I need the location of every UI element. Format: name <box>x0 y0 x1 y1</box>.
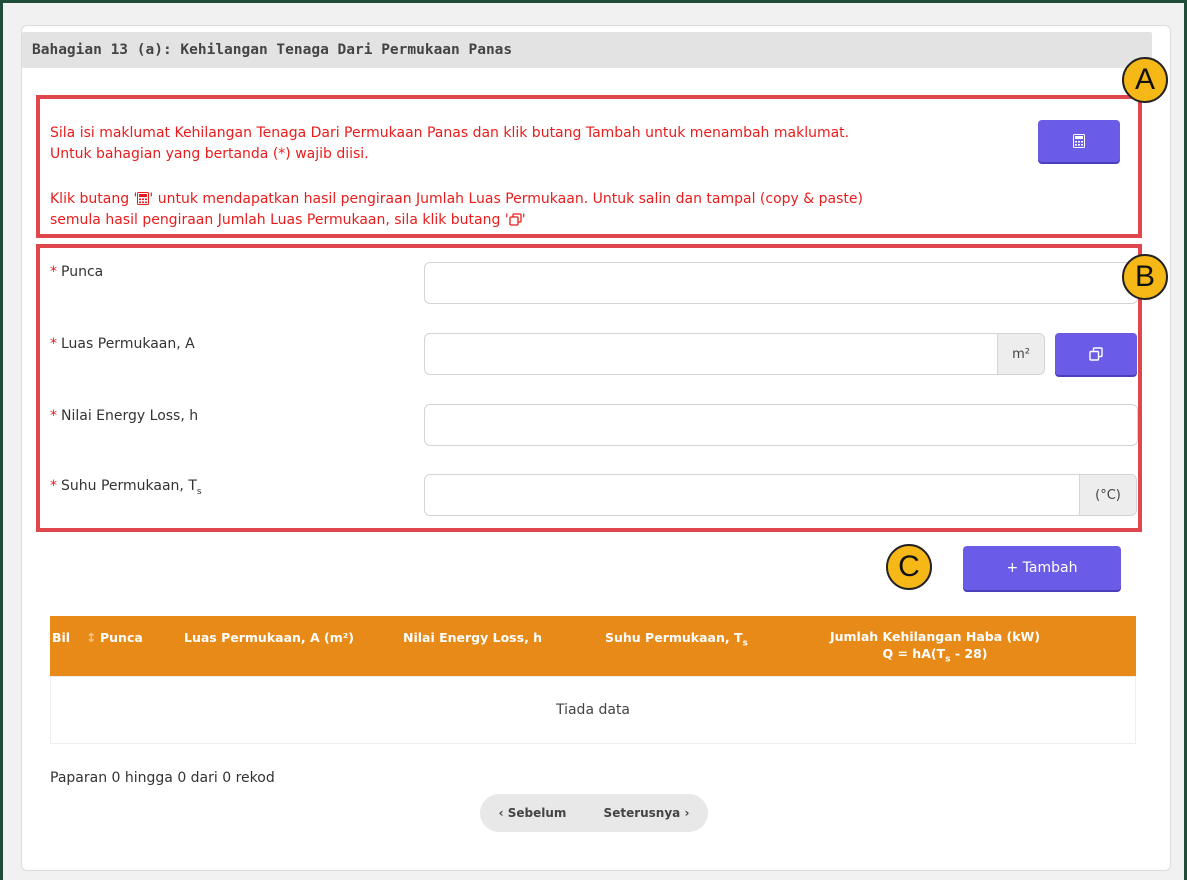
pagination-controls: ‹ Sebelum Seterusnya › <box>480 794 708 832</box>
section-card: Bahagian 13 (a): Kehilangan Tenaga Dari … <box>21 25 1171 871</box>
prev-page-button[interactable]: ‹ Sebelum <box>499 806 567 820</box>
instruction-line-3: Klik butang ' ' untuk mendapatkan hasil p… <box>50 191 863 207</box>
column-punca[interactable]: Punca <box>100 630 143 645</box>
punca-label: * Punca <box>50 264 104 280</box>
column-suhu[interactable]: Suhu Permukaan, Ts <box>605 630 748 649</box>
calculator-icon <box>1073 134 1085 148</box>
suhu-unit-addon: (°C) <box>1079 474 1137 516</box>
tambah-button[interactable]: + Tambah <box>963 546 1121 590</box>
nilai-input[interactable] <box>424 404 1138 446</box>
annotation-badge-a: A <box>1122 57 1168 103</box>
annotation-badge-b: B <box>1122 254 1168 300</box>
column-bil[interactable]: Bil <box>52 630 70 645</box>
section-title: Bahagian 13 (a): Kehilangan Tenaga Dari … <box>22 32 1152 68</box>
instruction-line-2: Untuk bahagian yang bertanda (*) wajib d… <box>50 146 369 162</box>
table-empty-row: Tiada data <box>50 676 1136 744</box>
column-luas[interactable]: Luas Permukaan, A (m²) <box>184 630 354 645</box>
luas-unit-addon: m² <box>997 333 1045 375</box>
next-page-button[interactable]: Seterusnya › <box>604 806 690 820</box>
annotation-badge-c: C <box>886 544 932 590</box>
calculator-button[interactable] <box>1038 120 1120 162</box>
data-table-header: Bil ↕ Punca Luas Permukaan, A (m²) Nilai… <box>50 616 1136 676</box>
copy-icon <box>1089 347 1103 361</box>
column-jumlah[interactable]: Jumlah Kehilangan Haba (kW) Q = hA(Ts - … <box>820 628 1050 669</box>
column-nilai[interactable]: Nilai Energy Loss, h <box>403 630 542 645</box>
instruction-line-1: Sila isi maklumat Kehilangan Tenaga Dari… <box>50 125 850 141</box>
pagination-info: Paparan 0 hingga 0 dari 0 rekod <box>50 770 275 786</box>
sort-icon: ↕ <box>86 630 97 645</box>
calculator-icon <box>137 192 150 205</box>
instructions-box: Sila isi maklumat Kehilangan Tenaga Dari… <box>36 95 1142 238</box>
nilai-label: * Nilai Energy Loss, h <box>50 408 199 424</box>
luas-input[interactable] <box>424 333 998 375</box>
copy-icon <box>509 213 522 226</box>
suhu-label: * Suhu Permukaan, Ts <box>50 478 202 497</box>
punca-input[interactable] <box>424 262 1138 304</box>
app-frame: Bahagian 13 (a): Kehilangan Tenaga Dari … <box>0 0 1187 880</box>
instruction-line-4: semula hasil pengiraan Jumlah Luas Permu… <box>50 212 526 228</box>
luas-label: * Luas Permukaan, A <box>50 336 195 352</box>
paste-result-button[interactable] <box>1055 333 1137 375</box>
formula-text: Q = hA(Ts - 28) <box>882 646 988 665</box>
suhu-input[interactable] <box>424 474 1080 516</box>
